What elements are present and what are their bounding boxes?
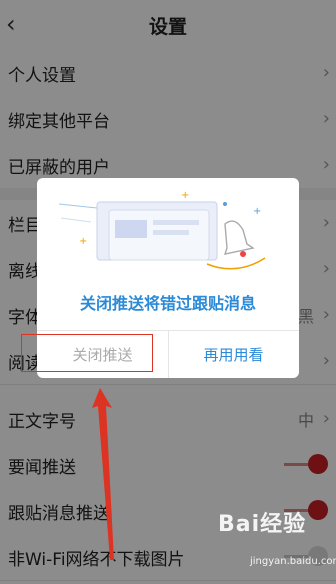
- keep-using-button[interactable]: 再用用看: [168, 331, 299, 378]
- watermark-text: Bai经验: [218, 512, 307, 537]
- svg-text:+: +: [79, 236, 87, 247]
- notification-bell-illustration: + + +: [58, 190, 266, 270]
- dialog-message: 关闭推送将错过跟贴消息: [79, 294, 256, 313]
- svg-text:+: +: [253, 206, 261, 217]
- annotation-highlight-box: [21, 334, 153, 372]
- svg-text:+: +: [181, 190, 189, 201]
- watermark-logo: Bai经验 jingyan.baidu.com: [218, 506, 336, 578]
- watermark-url: jingyan.baidu.com: [250, 556, 336, 567]
